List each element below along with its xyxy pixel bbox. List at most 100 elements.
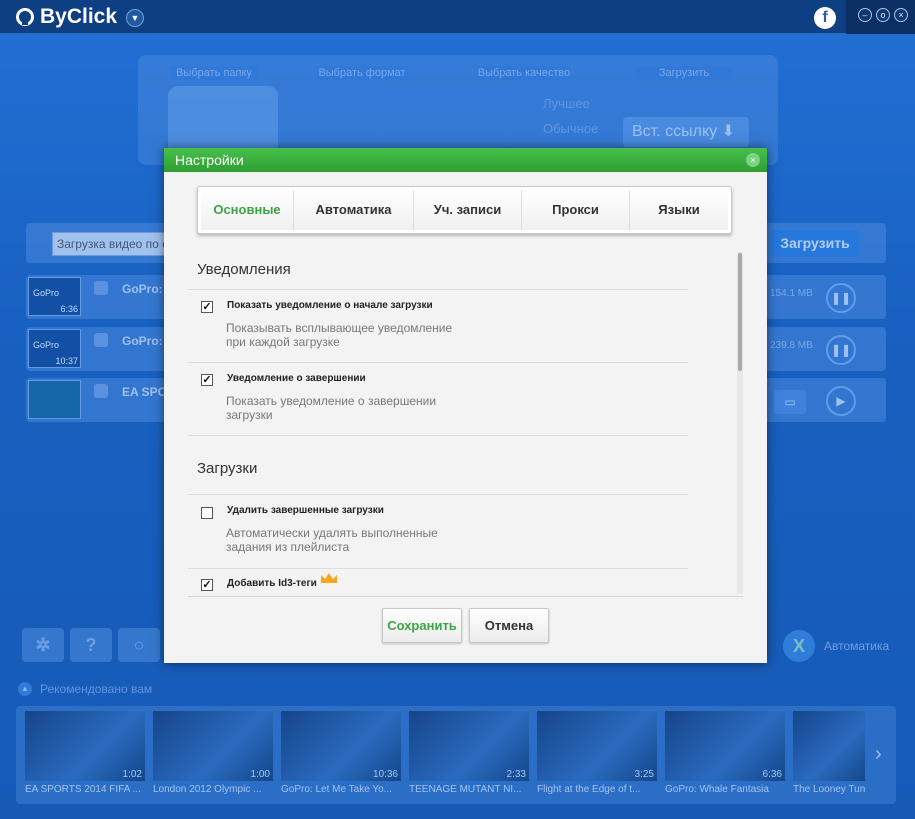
recommended-header[interactable]: ▲ Рекомендовано вам [18,682,152,696]
row-duration: 6:36 [60,304,78,314]
thumb-logo: GoPro [33,288,60,298]
pause-icon[interactable]: ❚❚ [826,335,856,365]
settings-content: Уведомления ✓ Показать уведомление о нач… [188,252,718,594]
step-quality-label: Выбрать качество [477,66,571,80]
tab-accounts[interactable]: Уч. записи [414,190,522,230]
save-button[interactable]: Сохранить [382,608,462,643]
divider [188,494,688,495]
youtube-icon [94,333,108,347]
dialog-title: Настройки [164,148,767,172]
notify-complete-desc: Показать уведомление о завершении загруз… [226,394,437,422]
video-thumbnail: GoPro 6:36 [28,277,81,316]
window-controls: – o × [846,0,915,34]
youtube-icon [94,281,108,295]
step-folder-label: Выбрать папку [170,66,258,80]
row-title: GoPro: [122,282,163,296]
paste-link-label: Вст. ссылку [632,123,718,140]
divider [188,289,688,290]
help-icon[interactable]: ? [70,628,112,662]
app-logo: ByClick [16,5,117,29]
close-icon[interactable]: × [894,8,908,22]
tab-proxy[interactable]: Прокси [522,190,630,230]
title-bar: ByClick ▼ f – o × [0,0,915,34]
facebook-icon[interactable]: f [814,7,836,29]
collapse-icon[interactable]: ▲ [18,682,32,696]
row-title: GoPro: [122,334,163,348]
remove-completed-label[interactable]: Удалить завершенные загрузки [227,505,384,516]
download-arrow-icon: ⬇ [721,123,735,140]
app-title: ByClick [40,5,118,28]
video-duration: 6:36 [762,769,782,780]
recommended-video[interactable]: 3:25 [537,711,657,781]
row-duration: 10:37 [55,356,78,366]
video-duration: 3:25 [634,769,654,780]
video-title[interactable]: Flight at the Edge of t... [537,784,657,795]
divider [188,362,688,363]
search-icon[interactable]: ○ [118,628,160,662]
section-notifications-heading: Уведомления [197,261,291,278]
notify-start-checkbox[interactable]: ✓ [201,301,213,313]
tab-languages[interactable]: Языки [630,190,728,230]
video-thumbnail [28,380,81,419]
video-duration: 1:00 [250,769,270,780]
scrollbar-thumb[interactable] [738,253,742,371]
automation-icon[interactable]: X [783,630,815,662]
logo-icon [16,8,34,26]
recommended-video[interactable]: 1:00 [153,711,273,781]
automation-label[interactable]: Автоматика [824,639,889,653]
divider [188,435,688,436]
id3-tags-label[interactable]: Добавить Id3-теги [227,578,317,589]
youtube-icon [94,384,108,398]
video-title[interactable]: London 2012 Olympic ... [153,784,273,795]
section-downloads-heading: Загрузки [197,460,258,477]
video-title[interactable]: GoPro: Let Me Take Yo... [281,784,401,795]
recommended-video[interactable]: 1:02 [25,711,145,781]
url-input[interactable]: Загрузка видео по с [52,232,172,256]
video-title[interactable]: EA SPORTS 2014 FIFA ... [25,784,145,795]
open-folder-icon[interactable]: ▭ [774,390,806,414]
close-icon[interactable]: × [746,153,760,167]
paste-link-button[interactable]: Вст. ссылку ⬇ [623,117,749,147]
quality-normal-option[interactable]: Обычное [543,121,598,136]
recommended-video[interactable]: 2:33 [409,711,529,781]
cancel-button[interactable]: Отмена [469,608,549,643]
notify-complete-checkbox[interactable]: ✓ [201,374,213,386]
tab-automation[interactable]: Автоматика [294,190,414,230]
remove-completed-desc: Автоматически удалять выполненные задани… [226,526,438,554]
play-icon[interactable]: ▶ [826,386,856,416]
row-title: EA SPO [122,385,167,399]
settings-icon[interactable]: o [876,8,890,22]
step-download-label: Загрузить [636,66,732,80]
video-title[interactable]: TEENAGE MUTANT NI... [409,784,529,795]
recommended-video[interactable] [793,711,865,781]
tab-general[interactable]: Основные [201,190,294,230]
settings-tabs: Основные Автоматика Уч. записи Прокси Яз… [197,186,732,234]
premium-crown-icon [321,573,337,583]
settings-gear-icon[interactable]: ✲ [22,628,64,662]
row-size: 239.8 MB [770,340,813,351]
next-arrow-icon[interactable]: › [875,743,882,766]
divider [188,596,743,597]
id3-tags-checkbox[interactable]: ✓ [201,579,213,591]
pause-icon[interactable]: ❚❚ [826,283,856,313]
folder-select-button[interactable] [168,86,278,156]
notify-complete-label[interactable]: Уведомление о завершении [227,373,366,384]
remove-completed-checkbox[interactable] [201,507,213,519]
minimize-icon[interactable]: – [858,8,872,22]
row-size: 154.1 MB [770,288,813,299]
video-duration: 1:02 [122,769,142,780]
notify-start-label[interactable]: Показать уведомление о начале загрузки [227,300,433,311]
video-duration: 2:33 [506,769,526,780]
quality-best-option[interactable]: Лучшее [543,96,590,111]
recommended-video[interactable]: 10:36 [281,711,401,781]
step-format-label: Выбрать формат [316,66,408,80]
thumb-logo: GoPro [33,340,60,350]
recommended-video[interactable]: 6:36 [665,711,785,781]
video-title[interactable]: GoPro: Whale Fantasia [665,784,785,795]
app-menu-chevron-icon[interactable]: ▼ [126,9,144,27]
download-button[interactable]: Загрузить [771,230,859,257]
video-title[interactable]: The Looney Tun [793,784,865,795]
recommended-label: Рекомендовано вам [40,682,153,696]
divider [188,568,688,569]
settings-dialog: Настройки × Основные Автоматика Уч. запи… [164,148,767,663]
